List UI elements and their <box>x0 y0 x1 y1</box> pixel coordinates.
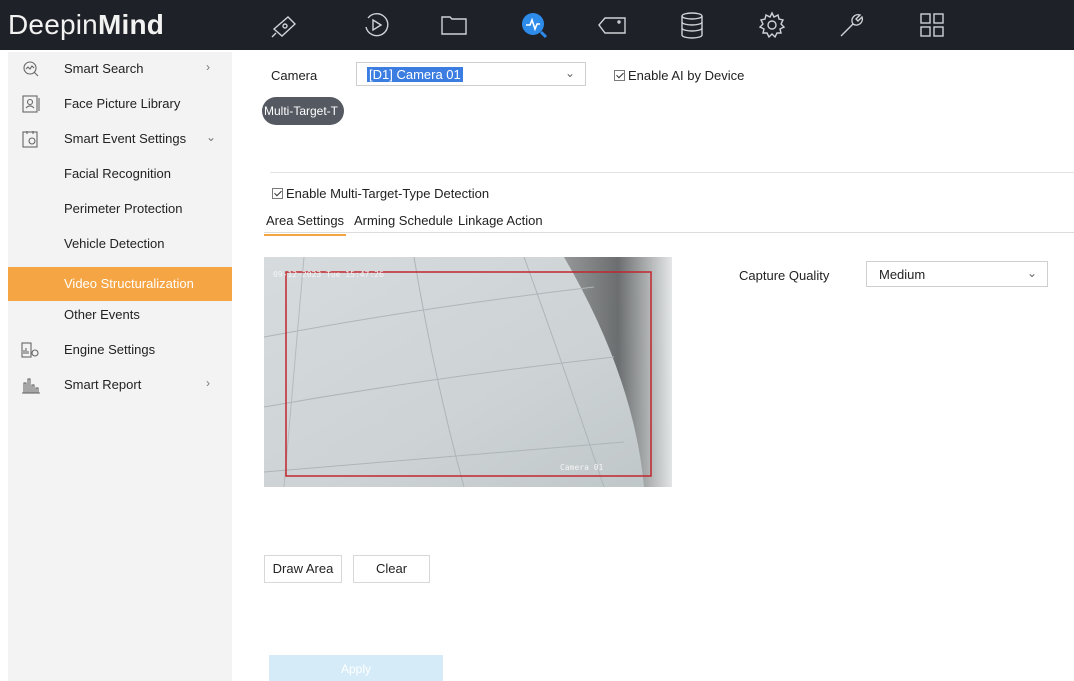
playback-icon[interactable] <box>360 9 392 41</box>
storage-icon[interactable] <box>676 9 708 41</box>
sidebar-item-label: Engine Settings <box>64 342 156 357</box>
sidebar-item-label: Smart Event Settings <box>64 131 187 146</box>
divider <box>270 172 1074 173</box>
sidebar-item-label: Face Picture Library <box>64 96 181 111</box>
camera-select-value: [D1] Camera 01 <box>367 67 463 82</box>
brand-logo: DeepinMind <box>8 9 165 40</box>
tag-icon[interactable] <box>596 9 628 41</box>
maintenance-wrench-icon[interactable] <box>836 9 868 41</box>
dropdown-caret-icon: ⌄ <box>564 66 575 80</box>
tab-arming-schedule[interactable]: Arming Schedule <box>354 213 453 228</box>
capture-quality-value: Medium <box>879 267 926 282</box>
sidebar-item-label: Vehicle Detection <box>64 236 165 251</box>
chevron-right-icon: › <box>206 60 210 74</box>
sidebar-item-other-events[interactable]: Other Events <box>8 298 232 332</box>
sidebar-item-facial-recognition[interactable]: Facial Recognition <box>8 157 232 191</box>
clear-button[interactable]: Clear <box>353 555 430 583</box>
camera-label: Camera <box>271 68 318 83</box>
chevron-right-icon: › <box>206 376 210 390</box>
smart-analysis-icon[interactable] <box>518 9 550 41</box>
settings-gear-icon[interactable] <box>756 9 788 41</box>
sidebar-item-smart-event-settings[interactable]: Smart Event Settings ⌄ <box>8 122 232 156</box>
tab-bar-divider <box>264 232 1074 233</box>
camera-select[interactable]: [D1] Camera 01 ⌄ <box>356 62 586 86</box>
event-settings-icon <box>20 129 42 149</box>
sidebar-item-label: Other Events <box>64 307 140 322</box>
capture-quality-select[interactable]: Medium ⌄ <box>866 261 1048 287</box>
checkbox-icon <box>272 188 283 199</box>
sidebar-item-video-structuralization[interactable]: Video Structuralization <box>8 267 232 301</box>
enable-ai-label: Enable AI by Device <box>628 68 745 83</box>
enable-ai-checkbox[interactable]: Enable AI by Device <box>614 68 744 83</box>
smart-search-icon <box>20 59 42 79</box>
chevron-down-icon: ⌄ <box>206 130 217 144</box>
sidebar-item-label: Perimeter Protection <box>64 201 183 216</box>
sidebar: Smart Search › Face Picture Library Smar… <box>8 52 232 681</box>
folder-icon[interactable] <box>438 9 470 41</box>
camera-icon[interactable] <box>268 9 300 41</box>
engine-settings-icon <box>20 340 42 360</box>
draw-area-button[interactable]: Draw Area <box>264 555 342 583</box>
sidebar-item-label: Smart Report <box>64 377 142 392</box>
osd-camera-name: Camera 01 <box>560 463 604 472</box>
top-bar: DeepinMind <box>0 0 1074 50</box>
apply-button[interactable]: Apply <box>269 655 443 681</box>
camera-preview[interactable]: 09-12-2023 Tue 15:47:26 Camera 01 <box>264 257 672 487</box>
enable-multi-target-detection-label: Enable Multi-Target-Type Detection <box>286 186 490 201</box>
checkbox-icon <box>614 70 625 81</box>
sidebar-item-engine-settings[interactable]: Engine Settings <box>8 333 232 367</box>
sidebar-item-label: Video Structuralization <box>64 276 194 291</box>
sidebar-item-vehicle-detection[interactable]: Vehicle Detection <box>8 227 232 261</box>
osd-timestamp: 09-12-2023 Tue 15:47:26 <box>273 270 384 279</box>
main-panel: Camera [D1] Camera 01 ⌄ Enable AI by Dev… <box>232 52 1074 681</box>
multi-target-type-pill[interactable]: Multi-Target-T <box>262 97 345 125</box>
grid-apps-icon[interactable] <box>916 9 948 41</box>
capture-quality-label: Capture Quality <box>739 268 830 283</box>
sidebar-item-perimeter-protection[interactable]: Perimeter Protection <box>8 192 232 226</box>
tab-area-settings[interactable]: Area Settings <box>263 213 347 236</box>
sidebar-item-smart-search[interactable]: Smart Search › <box>8 52 232 86</box>
sidebar-item-label: Facial Recognition <box>64 166 171 181</box>
tab-linkage-action[interactable]: Linkage Action <box>458 213 543 228</box>
enable-multi-target-detection-checkbox[interactable]: Enable Multi-Target-Type Detection <box>272 186 489 201</box>
sidebar-item-smart-report[interactable]: Smart Report › <box>8 368 232 402</box>
dropdown-caret-icon: ⌄ <box>1026 266 1037 280</box>
camera-scene-image <box>264 257 672 487</box>
smart-report-icon <box>20 375 42 395</box>
sidebar-item-face-picture-library[interactable]: Face Picture Library <box>8 87 232 121</box>
face-library-icon <box>20 94 42 114</box>
sidebar-item-label: Smart Search <box>64 61 144 76</box>
